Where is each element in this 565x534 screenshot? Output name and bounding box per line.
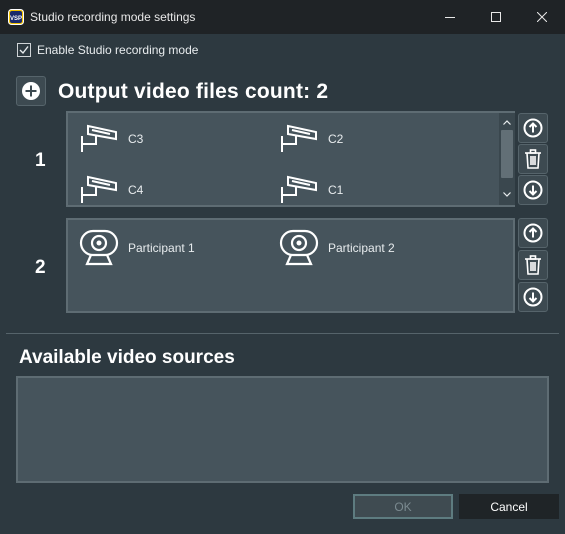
group-2-delete-button[interactable]: [518, 250, 548, 280]
arrow-up-circle-icon: [523, 118, 543, 138]
source-label: C4: [128, 183, 144, 197]
scrollbar-thumb[interactable]: [501, 130, 513, 178]
group-1-delete-button[interactable]: [518, 144, 548, 174]
source-label: C2: [328, 132, 344, 146]
source-item-participant-1[interactable]: Participant 1: [78, 229, 195, 267]
source-item-c3[interactable]: C3: [78, 122, 143, 156]
source-item-c4[interactable]: C4: [78, 173, 143, 207]
group-2-move-down-button[interactable]: [518, 282, 548, 312]
source-label: Participant 2: [328, 241, 395, 255]
security-camera-icon: [81, 124, 117, 152]
source-label: C1: [328, 183, 344, 197]
add-output-button[interactable]: [16, 76, 46, 106]
ok-button[interactable]: OK: [353, 494, 453, 519]
window-title: Studio recording mode settings: [30, 10, 196, 24]
output-group-2[interactable]: Participant 1 Participant 2: [66, 218, 515, 313]
group-number-1: 1: [35, 150, 46, 171]
checkmark-icon: [19, 46, 29, 55]
maximize-icon: [491, 12, 501, 22]
app-icon-text: VSP: [10, 16, 22, 22]
plus-circle-icon: [22, 82, 40, 100]
webcam-icon: [79, 229, 119, 266]
available-sources-heading: Available video sources: [19, 347, 235, 368]
title-bar: VSP Studio recording mode settings: [0, 0, 565, 34]
group-1-move-down-button[interactable]: [518, 175, 548, 205]
source-label: Participant 1: [128, 241, 195, 255]
group-1-move-up-button[interactable]: [518, 113, 548, 143]
output-group-1[interactable]: C3 C2 C4 C1: [66, 111, 515, 207]
scroll-up-arrow[interactable]: [499, 115, 515, 129]
source-item-c2[interactable]: C2: [278, 122, 343, 156]
security-camera-icon: [281, 175, 317, 203]
group-1-scrollbar[interactable]: [499, 113, 515, 205]
enable-studio-label: Enable Studio recording mode: [37, 43, 199, 57]
arrow-up-circle-icon: [523, 223, 543, 243]
enable-studio-checkbox[interactable]: [17, 43, 31, 57]
chevron-down-icon: [503, 191, 511, 197]
webcam-icon: [279, 229, 319, 266]
source-item-c1[interactable]: C1: [278, 173, 343, 207]
trash-icon: [525, 255, 541, 275]
source-item-participant-2[interactable]: Participant 2: [278, 229, 395, 267]
arrow-down-circle-icon: [523, 180, 543, 200]
maximize-button[interactable]: [473, 0, 519, 34]
output-count-heading: Output video files count: 2: [58, 80, 329, 103]
app-icon: VSP: [8, 9, 24, 25]
close-button[interactable]: [519, 0, 565, 34]
available-sources-list[interactable]: [16, 376, 549, 483]
minimize-icon: [445, 17, 455, 18]
close-icon: [537, 12, 547, 22]
security-camera-icon: [281, 124, 317, 152]
scroll-down-arrow[interactable]: [499, 187, 515, 201]
trash-icon: [525, 149, 541, 169]
chevron-up-icon: [503, 119, 511, 125]
enable-studio-checkbox-row[interactable]: Enable Studio recording mode: [17, 43, 198, 57]
group-number-2: 2: [35, 257, 46, 278]
arrow-down-circle-icon: [523, 287, 543, 307]
section-divider: [6, 333, 559, 334]
security-camera-icon: [81, 175, 117, 203]
group-2-move-up-button[interactable]: [518, 218, 548, 248]
minimize-button[interactable]: [427, 0, 473, 34]
source-label: C3: [128, 132, 144, 146]
cancel-button[interactable]: Cancel: [459, 494, 559, 519]
